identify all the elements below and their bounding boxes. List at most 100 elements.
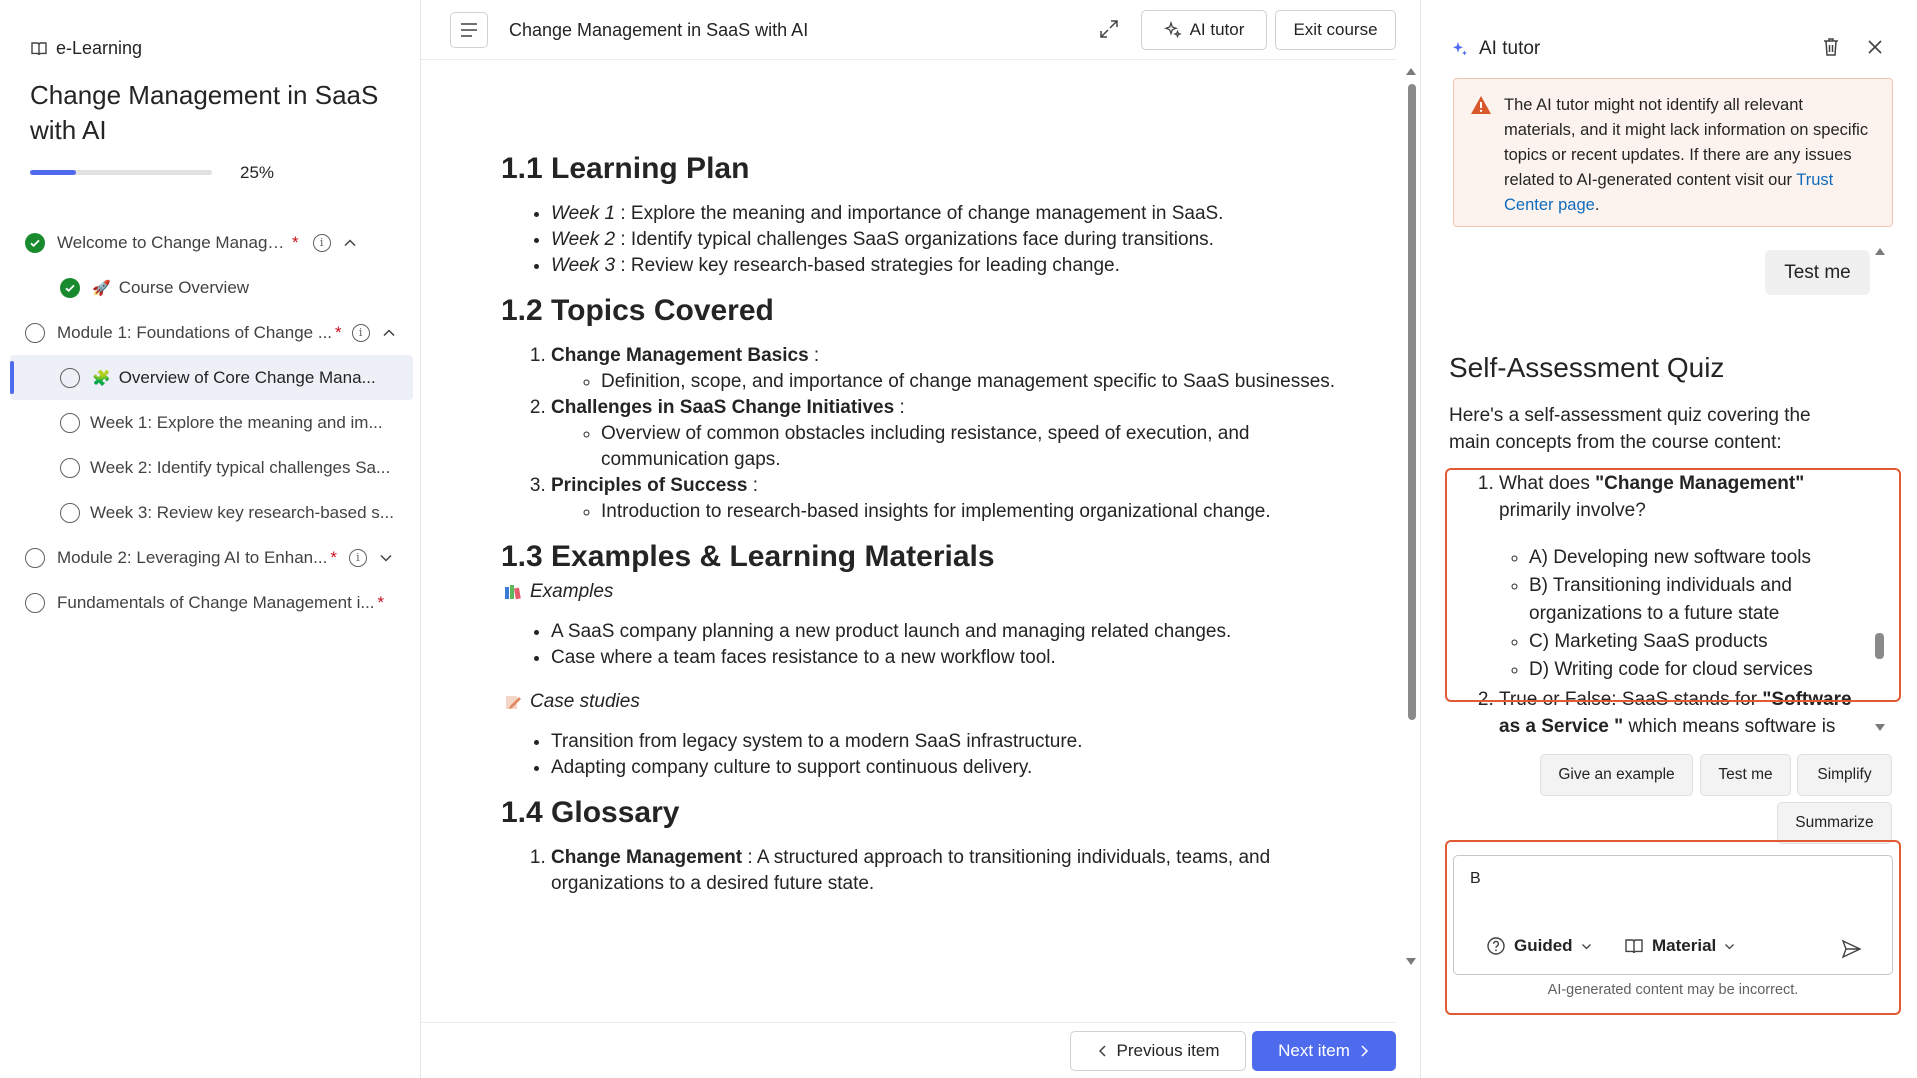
section-heading: 1.1 Learning Plan [501, 152, 750, 185]
expand-icon[interactable] [1098, 18, 1120, 40]
examples-caption: Examples [504, 579, 1351, 605]
list-item: Week 3 : Review key research-based strat… [551, 253, 1351, 279]
chevron-up-icon[interactable] [343, 236, 357, 250]
brand: e-Learning [30, 38, 142, 59]
nav-item-fundamentals[interactable]: Fundamentals of Change Management i... * [0, 580, 421, 625]
course-progress-bar [30, 170, 212, 175]
content-footer: Previous item Next item [421, 1022, 1396, 1078]
scroll-down-arrow[interactable] [1406, 958, 1416, 965]
chevron-right-icon [1361, 1045, 1368, 1057]
memo-icon [506, 696, 521, 709]
case-studies-caption: Case studies [504, 689, 1351, 715]
chat-scroll-down-arrow[interactable] [1875, 724, 1885, 731]
quiz-option: B) Transitioning individuals and organiz… [1529, 572, 1869, 628]
nav-item-week-3[interactable]: Week 3: Review key research-based s... [0, 490, 421, 535]
incomplete-circle-icon [25, 322, 45, 343]
chat-scroll-up-arrow[interactable] [1875, 248, 1885, 255]
info-icon[interactable]: i [351, 323, 370, 342]
nav-item-overview-core[interactable]: 🧩 Overview of Core Change Mana... [10, 355, 413, 400]
ai-tutor-label: AI tutor [1189, 20, 1245, 39]
source-dropdown[interactable]: Material [1624, 936, 1735, 956]
puzzle-icon: 🧩 [92, 369, 111, 387]
quiz-option: D) Writing code for cloud services [1529, 656, 1869, 684]
incomplete-circle-icon [60, 457, 80, 478]
progress-fill [30, 170, 76, 175]
content-scrollbar[interactable] [1408, 84, 1416, 720]
panel-header: AI tutor [1451, 38, 1540, 60]
delete-icon[interactable] [1820, 36, 1842, 58]
previous-item-label: Previous item [1116, 1041, 1220, 1060]
ai-disclaimer: AI-generated content may be incorrect. [1547, 982, 1799, 998]
incomplete-circle-icon [25, 547, 45, 568]
list-item: Challenges in SaaS Change Initiatives : … [551, 395, 1351, 473]
ai-tutor-button[interactable]: AI tutor [1141, 10, 1267, 50]
warning-end: . [1594, 196, 1600, 214]
previous-item-button[interactable]: Previous item [1070, 1031, 1246, 1071]
required-marker: * [330, 547, 337, 567]
next-item-button[interactable]: Next item [1252, 1031, 1396, 1071]
list-item: Change Management : A structured approac… [551, 845, 1351, 897]
source-label: Material [1652, 936, 1717, 955]
simplify-chip[interactable]: Simplify [1797, 754, 1892, 796]
nav-item-week-2[interactable]: Week 2: Identify typical challenges Sa..… [0, 445, 421, 490]
send-icon[interactable] [1840, 938, 1862, 960]
list-item: Definition, scope, and importance of cha… [601, 369, 1351, 395]
menu-toggle-button[interactable] [450, 12, 488, 48]
chat-scrollbar[interactable] [1875, 633, 1884, 659]
chat-input[interactable]: B Guided Material [1453, 855, 1893, 975]
lesson-content[interactable]: 1.1 Learning Plan Week 1 : Explore the m… [421, 61, 1396, 1023]
examples-list: A SaaS company planning a new product la… [551, 619, 1351, 671]
exit-course-button[interactable]: Exit course [1275, 10, 1396, 50]
lesson-article: 1.1 Learning Plan Week 1 : Explore the m… [501, 151, 1351, 897]
section-heading: 1.2 Topics Covered [501, 294, 774, 327]
nav-item-module-2[interactable]: Module 2: Leveraging AI to Enhan... * i [0, 535, 421, 580]
info-icon[interactable]: i [348, 548, 367, 567]
quiz-options: A) Developing new software tools B) Tran… [1529, 544, 1869, 684]
rocket-icon: 🚀 [92, 279, 111, 297]
chat-input-text[interactable]: B [1470, 870, 1481, 888]
summarize-chip[interactable]: Summarize [1777, 802, 1892, 844]
required-marker: * [292, 232, 299, 252]
glossary-list: Change Management : A structured approac… [551, 845, 1351, 897]
completed-check-icon [25, 232, 45, 253]
close-icon[interactable] [1866, 38, 1884, 56]
mode-dropdown[interactable]: Guided [1486, 936, 1592, 956]
incomplete-circle-icon [60, 367, 80, 388]
course-title: Change Management in SaaS with AI [30, 80, 379, 145]
list-item: Week 2 : Identify typical challenges Saa… [551, 227, 1351, 253]
nav-item-course-overview[interactable]: 🚀 Course Overview [0, 265, 421, 310]
chat-response: Self-Assessment Quiz Here's a self-asses… [1449, 345, 1869, 735]
nav-item-label: Overview of Core Change Mana... [118, 367, 376, 387]
next-item-label: Next item [1278, 1041, 1350, 1060]
course-sidebar: e-Learning Change Management in SaaS wit… [0, 0, 421, 1078]
incomplete-circle-icon [25, 592, 45, 613]
nav-item-label: Week 1: Explore the meaning and im... [90, 412, 383, 432]
list-item: Introduction to research-based insights … [601, 499, 1351, 525]
mode-label: Guided [1514, 936, 1573, 955]
brand-label: e-Learning [56, 38, 143, 58]
warning-icon [1471, 96, 1491, 114]
chevron-up-icon[interactable] [382, 326, 396, 340]
quiz-option: A) Developing new software tools [1529, 544, 1869, 572]
scroll-up-arrow[interactable] [1406, 68, 1416, 75]
topics-list: Change Management Basics : Definition, s… [551, 343, 1351, 525]
nav-item-module-1[interactable]: Module 1: Foundations of Change ... * i [0, 310, 421, 355]
help-circle-icon [1487, 937, 1505, 955]
list-item: A SaaS company planning a new product la… [551, 619, 1351, 645]
quiz-question: What does "Change Management" primarily … [1499, 470, 1869, 684]
chevron-left-icon [1098, 1045, 1106, 1057]
quiz-question: True or False: SaaS stands for "Software… [1499, 686, 1869, 735]
quiz-intro: Here's a self-assessment quiz covering t… [1449, 405, 1811, 453]
incomplete-circle-icon [60, 412, 80, 433]
nav-item-welcome[interactable]: Welcome to Change Management... * i [0, 220, 421, 265]
chevron-down-icon[interactable] [379, 551, 393, 565]
give-example-chip[interactable]: Give an example [1540, 754, 1693, 796]
test-me-chip[interactable]: Test me [1700, 754, 1791, 796]
list-item: Week 1 : Explore the meaning and importa… [551, 201, 1351, 227]
book-icon [1625, 939, 1643, 954]
info-icon[interactable]: i [312, 233, 331, 252]
chevron-down-icon [1581, 943, 1591, 949]
required-marker: * [377, 592, 385, 612]
nav-item-week-1[interactable]: Week 1: Explore the meaning and im... [0, 400, 421, 445]
list-item: Principles of Success : Introduction to … [551, 473, 1351, 525]
